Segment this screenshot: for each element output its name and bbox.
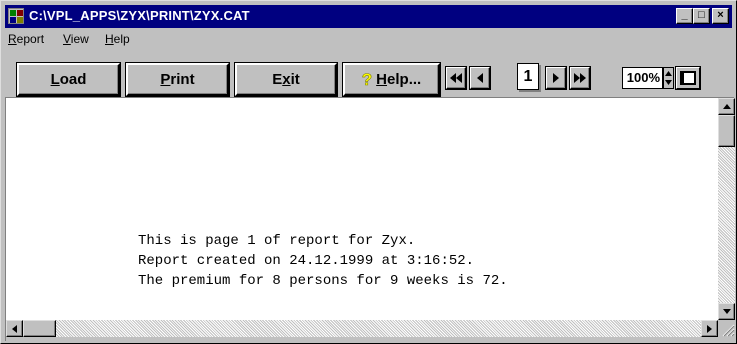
first-page-button[interactable] [446, 67, 466, 89]
last-page-button[interactable] [570, 67, 590, 89]
window-title: C:\VPL_APPS\ZYX\PRINT\ZYX.CAT [29, 8, 250, 23]
minimize-icon: _ [681, 9, 688, 21]
prev-page-button[interactable] [470, 67, 490, 89]
load-label: oad [59, 71, 87, 88]
load-accel: L [50, 71, 60, 88]
horizontal-scroll-thumb[interactable] [23, 320, 56, 337]
prev-page-icon [477, 73, 483, 83]
exit-accel: x [282, 71, 291, 88]
load-button[interactable]: Load [17, 63, 120, 96]
question-icon: ? [361, 69, 373, 89]
help-button[interactable]: ? Help... [343, 63, 440, 96]
minimize-button[interactable]: _ [676, 8, 693, 24]
next-page-icon [553, 73, 559, 83]
zoom-field[interactable]: 100% [622, 67, 663, 89]
left-arrow-icon [12, 324, 17, 333]
spinner-arrows-icon [665, 71, 672, 85]
size-grip[interactable] [718, 320, 735, 337]
report-viewer: This is page 1 of report for Zyx. Report… [5, 97, 735, 341]
report-line: The premium for 8 persons for 9 weeks is… [138, 273, 508, 289]
horizontal-scrollbar[interactable] [6, 320, 718, 337]
close-button[interactable]: × [712, 8, 729, 24]
exit-button[interactable]: Ex it [235, 63, 337, 96]
report-line: This is page 1 of report for Zyx. [138, 233, 416, 249]
help-label: elp... [387, 71, 422, 88]
print-label: rint [170, 71, 195, 88]
print-accel: P [160, 71, 171, 88]
menu-report-label: eport [16, 32, 45, 46]
menu-view[interactable]: View [63, 32, 89, 46]
menu-help-label: elp [113, 32, 130, 46]
page-number-field[interactable]: 1 [517, 63, 539, 90]
menu-view-label: iew [70, 32, 89, 46]
toolbar: Load Print Ex it ? Help... 1 100% [5, 53, 732, 96]
menu-help[interactable]: Help [105, 32, 130, 46]
close-icon: × [717, 9, 724, 21]
exit-prefix: E [272, 71, 283, 88]
maximize-icon: □ [698, 9, 705, 21]
menu-view-accel: V [63, 32, 71, 46]
menu-report-accel: R [8, 32, 17, 46]
maximize-button[interactable]: □ [693, 8, 710, 24]
next-page-button[interactable] [546, 67, 566, 89]
zoom-spinner[interactable] [663, 67, 674, 89]
menu-bar: Report View Help [5, 29, 732, 49]
report-line: Report created on 24.12.1999 at 3:16:52. [138, 253, 475, 269]
scroll-down-button[interactable] [718, 303, 735, 320]
right-arrow-icon [707, 324, 712, 333]
menu-help-accel: H [105, 32, 114, 46]
print-button[interactable]: Print [126, 63, 229, 96]
scroll-up-button[interactable] [718, 98, 735, 115]
down-arrow-icon [722, 309, 731, 314]
fit-page-button[interactable] [676, 67, 700, 89]
exit-label: it [290, 71, 300, 88]
resize-grip-icon [722, 324, 735, 337]
menu-report[interactable]: Report [8, 32, 44, 46]
help-accel: H [376, 71, 388, 88]
up-arrow-icon [722, 104, 731, 109]
scroll-left-button[interactable] [6, 320, 23, 337]
report-page[interactable]: This is page 1 of report for Zyx. Report… [6, 98, 718, 320]
first-page-icon [450, 73, 462, 83]
vertical-scroll-thumb[interactable] [718, 115, 735, 147]
app-icon[interactable] [8, 8, 24, 24]
last-page-icon [574, 73, 586, 83]
vertical-scrollbar[interactable] [718, 98, 735, 320]
app-window: C:\VPL_APPS\ZYX\PRINT\ZYX.CAT _ □ × Repo… [0, 0, 737, 344]
fit-page-icon [680, 71, 696, 85]
scroll-right-button[interactable] [701, 320, 718, 337]
title-bar[interactable]: C:\VPL_APPS\ZYX\PRINT\ZYX.CAT _ □ × [5, 5, 732, 28]
